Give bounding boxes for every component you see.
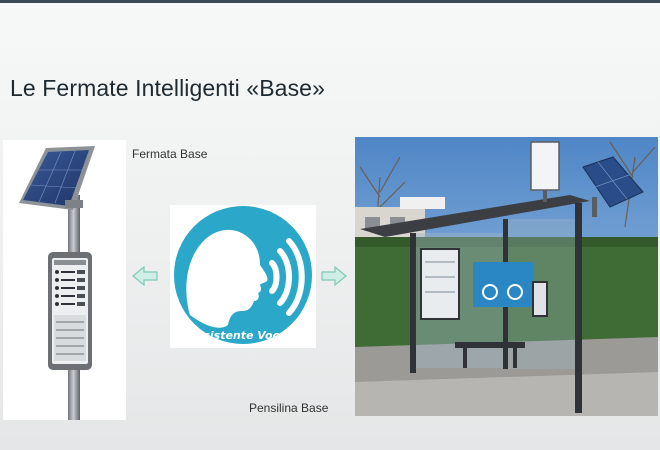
arrow-right-icon bbox=[321, 265, 347, 291]
smart-pole-illustration bbox=[19, 146, 95, 420]
pensilina-base-image bbox=[355, 137, 658, 416]
fermata-base-label: Fermata Base bbox=[132, 147, 208, 161]
slide-top-border bbox=[0, 0, 660, 3]
pensilina-base-label: Pensilina Base bbox=[249, 401, 329, 415]
fermata-base-image bbox=[3, 140, 126, 420]
bus-shelter-illustration bbox=[355, 137, 658, 416]
voice-assistant-caption: Assistente Vocale bbox=[188, 329, 298, 342]
slide-title: Le Fermate Intelligenti «Base» bbox=[10, 75, 325, 102]
arrow-left-icon bbox=[132, 265, 158, 291]
voice-assistant-panel: Assistente Vocale bbox=[170, 205, 316, 348]
voice-assistant-icon bbox=[174, 206, 312, 344]
